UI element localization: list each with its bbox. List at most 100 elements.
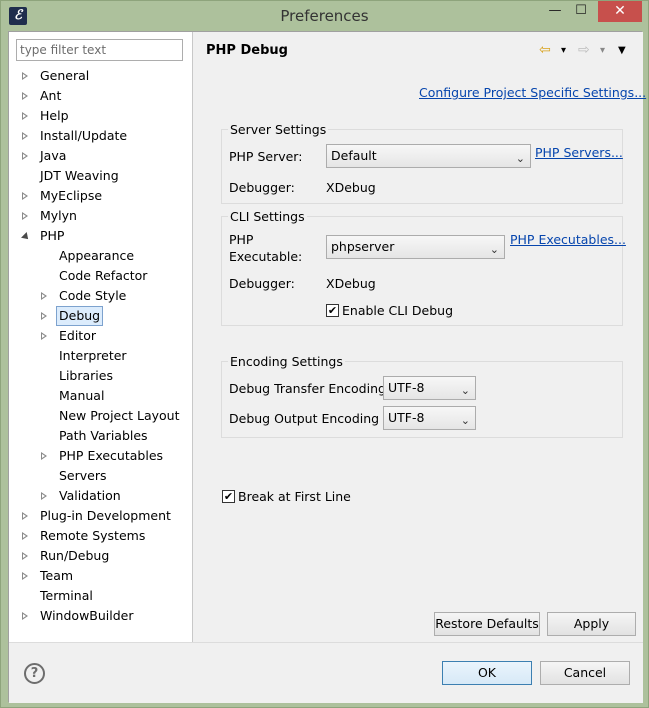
tree-item-terminal[interactable]: Terminal bbox=[9, 586, 192, 606]
tree-item-label: Editor bbox=[59, 328, 96, 343]
collapsed-arrow-icon[interactable] bbox=[22, 572, 28, 580]
collapsed-arrow-icon[interactable] bbox=[22, 212, 28, 220]
back-arrow-icon[interactable]: ⇦ bbox=[539, 42, 551, 58]
tree-item-label: PHP Executables bbox=[59, 448, 164, 463]
filter-input[interactable] bbox=[16, 39, 183, 61]
server-debugger-value: XDebug bbox=[326, 180, 376, 195]
tree-item-myeclipse[interactable]: MyEclipse bbox=[9, 186, 192, 206]
tree-item-plug-in-development[interactable]: Plug-in Development bbox=[9, 506, 192, 526]
collapsed-arrow-icon[interactable] bbox=[22, 552, 28, 560]
maximize-button[interactable]: ☐ bbox=[568, 1, 594, 22]
collapsed-arrow-icon[interactable] bbox=[22, 72, 28, 80]
collapsed-arrow-icon[interactable] bbox=[41, 292, 47, 300]
collapsed-arrow-icon[interactable] bbox=[22, 132, 28, 140]
server-debugger-label: Debugger: bbox=[229, 180, 295, 195]
tree-item-ant[interactable]: Ant bbox=[9, 86, 192, 106]
tree-item-php-executables[interactable]: PHP Executables bbox=[9, 446, 192, 466]
dialog-button-bar: ? OK Cancel bbox=[9, 642, 643, 703]
collapsed-arrow-icon[interactable] bbox=[22, 92, 28, 100]
tree-item-interpreter[interactable]: Interpreter bbox=[9, 346, 192, 366]
encoding-settings-title: Encoding Settings bbox=[228, 354, 345, 369]
tree-item-code-refactor[interactable]: Code Refactor bbox=[9, 266, 192, 286]
preference-tree-panel: General Ant Help Install/Update Java JDT Weav… bbox=[9, 32, 193, 642]
php-executables-link[interactable]: PHP Executables... bbox=[510, 232, 626, 247]
tree-item-java[interactable]: Java bbox=[9, 146, 192, 166]
expanded-arrow-icon[interactable] bbox=[21, 232, 31, 242]
tree-item-help[interactable]: Help bbox=[9, 106, 192, 126]
tree-item-windowbuilder[interactable]: WindowBuilder bbox=[9, 606, 192, 626]
configure-project-settings-link[interactable]: Configure Project Specific Settings... bbox=[419, 85, 646, 100]
tree-item-label: Validation bbox=[59, 488, 121, 503]
tree-item-manual[interactable]: Manual bbox=[9, 386, 192, 406]
tree-item-label: Path Variables bbox=[59, 428, 148, 443]
tree-item-libraries[interactable]: Libraries bbox=[9, 366, 192, 386]
php-server-value: Default bbox=[331, 148, 377, 163]
collapsed-arrow-icon[interactable] bbox=[41, 452, 47, 460]
cli-settings-title: CLI Settings bbox=[228, 209, 307, 224]
tree-item-label: WindowBuilder bbox=[40, 608, 134, 623]
tree-item-label: Team bbox=[40, 568, 74, 583]
tree-item-label: Terminal bbox=[40, 588, 93, 603]
tree-item-remote-systems[interactable]: Remote Systems bbox=[9, 526, 192, 546]
transfer-encoding-select[interactable]: UTF-8 ⌄ bbox=[383, 376, 476, 400]
view-menu-icon[interactable]: ▼ bbox=[618, 45, 626, 56]
collapsed-arrow-icon[interactable] bbox=[22, 112, 28, 120]
collapsed-arrow-icon[interactable] bbox=[41, 332, 47, 340]
collapsed-arrow-icon[interactable] bbox=[41, 312, 47, 320]
tree-item-team[interactable]: Team bbox=[9, 566, 192, 586]
tree-item-label: Manual bbox=[59, 388, 105, 403]
tree-item-editor[interactable]: Editor bbox=[9, 326, 192, 346]
php-executable-select[interactable]: phpserver ⌄ bbox=[326, 235, 505, 259]
title-bar[interactable]: ℰ Preferences — ☐ ✕ bbox=[1, 1, 648, 31]
collapsed-arrow-icon[interactable] bbox=[22, 192, 28, 200]
tree-item-servers[interactable]: Servers bbox=[9, 466, 192, 486]
preferences-window: ℰ Preferences — ☐ ✕ General Ant Help Instal… bbox=[0, 0, 649, 708]
minimize-button[interactable]: — bbox=[542, 1, 568, 22]
close-button[interactable]: ✕ bbox=[598, 1, 642, 22]
tree-item-label: Appearance bbox=[59, 248, 135, 263]
tree-item-validation[interactable]: Validation bbox=[9, 486, 192, 506]
break-at-first-line-checkbox[interactable]: ✔ bbox=[222, 490, 235, 503]
help-icon[interactable]: ? bbox=[24, 663, 45, 684]
page-title: PHP Debug bbox=[206, 43, 288, 58]
tree-item-code-style[interactable]: Code Style bbox=[9, 286, 192, 306]
tree-item-run-debug[interactable]: Run/Debug bbox=[9, 546, 192, 566]
tree-item-label: Remote Systems bbox=[40, 528, 146, 543]
php-servers-link[interactable]: PHP Servers... bbox=[535, 145, 623, 160]
tree-item-label: Mylyn bbox=[40, 208, 77, 223]
collapsed-arrow-icon[interactable] bbox=[22, 532, 28, 540]
preference-page: PHP Debug ⇦ ▾ ⇨ ▾ ▼ Configure Project Sp… bbox=[194, 32, 646, 642]
tree-item-jdt-weaving[interactable]: JDT Weaving bbox=[9, 166, 192, 186]
tree-item-debug[interactable]: Debug bbox=[9, 306, 192, 326]
php-executable-label-line2: Executable: bbox=[229, 249, 303, 264]
forward-history-dropdown-icon[interactable]: ▾ bbox=[600, 45, 605, 56]
tree-item-general[interactable]: General bbox=[9, 66, 192, 86]
enable-cli-debug-checkbox[interactable]: ✔ bbox=[326, 304, 339, 317]
php-server-select[interactable]: Default ⌄ bbox=[326, 144, 531, 168]
tree-item-label: Interpreter bbox=[59, 348, 127, 363]
enable-cli-debug-label: Enable CLI Debug bbox=[342, 303, 454, 318]
apply-button[interactable]: Apply bbox=[547, 612, 636, 636]
tree-item-path-variables[interactable]: Path Variables bbox=[9, 426, 192, 446]
tree-item-label: MyEclipse bbox=[40, 188, 103, 203]
tree-item-new-project-layout[interactable]: New Project Layout bbox=[9, 406, 192, 426]
tree-item-mylyn[interactable]: Mylyn bbox=[9, 206, 192, 226]
tree-item-appearance[interactable]: Appearance bbox=[9, 246, 192, 266]
forward-arrow-icon[interactable]: ⇨ bbox=[578, 42, 590, 58]
chevron-down-icon: ⌄ bbox=[460, 384, 470, 397]
tree-item-label: Servers bbox=[59, 468, 107, 483]
collapsed-arrow-icon[interactable] bbox=[22, 512, 28, 520]
collapsed-arrow-icon[interactable] bbox=[41, 492, 47, 500]
restore-defaults-button[interactable]: Restore Defaults bbox=[434, 612, 540, 636]
collapsed-arrow-icon[interactable] bbox=[22, 152, 28, 160]
cancel-button[interactable]: Cancel bbox=[540, 661, 630, 685]
collapsed-arrow-icon[interactable] bbox=[22, 612, 28, 620]
back-history-dropdown-icon[interactable]: ▾ bbox=[561, 45, 566, 56]
checkmark-icon: ✔ bbox=[223, 490, 234, 503]
tree-item-label: JDT Weaving bbox=[40, 168, 119, 183]
output-encoding-select[interactable]: UTF-8 ⌄ bbox=[383, 406, 476, 430]
ok-button[interactable]: OK bbox=[442, 661, 532, 685]
tree-item-php[interactable]: PHP bbox=[9, 226, 192, 246]
tree-item-install-update[interactable]: Install/Update bbox=[9, 126, 192, 146]
tree-item-label: Code Style bbox=[59, 288, 127, 303]
